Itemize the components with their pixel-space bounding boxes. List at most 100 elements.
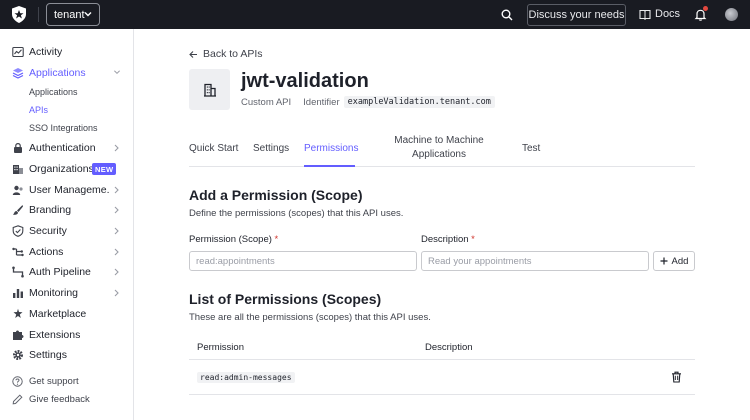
chevron-right-icon [114, 248, 119, 256]
sidebar-item-label: Authentication [29, 142, 96, 154]
sidebar-item-label: Settings [29, 349, 67, 361]
sidebar-item-auth-pipeline[interactable]: Auth Pipeline [0, 263, 134, 281]
search-icon[interactable] [501, 9, 513, 21]
docs-label: Docs [655, 8, 681, 20]
sidebar-item-authentication[interactable]: Authentication [0, 139, 134, 157]
sidebar-item-branding[interactable]: Branding [0, 201, 134, 219]
building-icon [203, 83, 216, 97]
chevron-right-icon [114, 144, 119, 152]
sidebar-item-security[interactable]: Security [0, 222, 134, 240]
tab-test[interactable]: Test [522, 142, 540, 156]
sidebar-item-monitoring[interactable]: Monitoring [0, 284, 134, 302]
docs-link[interactable]: Docs [639, 8, 680, 20]
table-row: read:admin-messages [189, 360, 695, 395]
tab-settings[interactable]: Settings [253, 142, 289, 156]
branding-brush-icon [13, 205, 23, 215]
sidebar-item-label: Actions [29, 246, 64, 258]
column-permission: Permission [197, 342, 244, 353]
add-label: Add [671, 255, 689, 267]
permission-scope-input[interactable] [189, 251, 417, 271]
actions-icon [12, 247, 24, 257]
organizations-icon [13, 165, 23, 174]
permission-label-text: Permission (Scope) [189, 234, 272, 245]
marketplace-icon [13, 308, 23, 318]
description-input[interactable] [421, 251, 649, 271]
permission-field-label: Permission (Scope) * [189, 234, 278, 245]
sidebar-item-applications[interactable]: Applications [0, 64, 134, 82]
page-title: jwt-validation [241, 70, 369, 92]
sidebar-item-label: Monitoring [29, 287, 79, 299]
sidebar-item-user-management[interactable]: User Manageme... [0, 181, 134, 199]
api-type: Custom API [241, 96, 292, 108]
applications-icon [12, 68, 24, 79]
add-permission-button[interactable]: Add [653, 251, 695, 271]
top-bar: tenant Discuss your needs Docs [0, 0, 750, 29]
sidebar-item-settings[interactable]: Settings [0, 346, 134, 364]
required-mark: * [274, 234, 279, 245]
new-badge: NEW [92, 163, 117, 175]
sidebar-item-label: Branding [29, 204, 72, 216]
plus-icon [660, 257, 668, 265]
chevron-right-icon [114, 227, 119, 235]
gear-icon [13, 350, 23, 360]
tab-machine-to-machine-applications[interactable]: Machine to Machine Applications [391, 134, 487, 162]
notification-dot [703, 6, 708, 11]
required-mark: * [471, 234, 475, 245]
authentication-icon [14, 143, 22, 153]
tenant-name: tenant [54, 8, 85, 21]
sidebar-item-label: Auth Pipeline [29, 266, 91, 278]
description-field-label: Description * [421, 234, 475, 245]
book-icon [639, 9, 651, 20]
pipeline-icon [12, 266, 24, 278]
extensions-puzzle-icon [13, 330, 24, 340]
column-description: Description [425, 342, 473, 353]
sidebar-item-activity[interactable]: Activity [0, 43, 134, 61]
discuss-needs-button[interactable]: Discuss your needs [527, 4, 626, 26]
active-tab-indicator [304, 165, 355, 167]
chevron-down-icon [114, 70, 120, 75]
sidebar-item-marketplace[interactable]: Marketplace [0, 305, 134, 323]
tab-permissions[interactable]: Permissions [304, 142, 358, 156]
chevron-right-icon [114, 206, 119, 214]
api-meta: Custom API Identifier exampleValidation.… [241, 96, 495, 108]
identifier-value[interactable]: exampleValidation.tenant.com [343, 96, 495, 108]
back-to-apis-link[interactable]: Back to APIs [189, 48, 263, 60]
topbar-divider [38, 7, 39, 22]
back-label: Back to APIs [203, 48, 263, 60]
auth0-logo-icon[interactable] [11, 6, 27, 23]
tab-quick-start[interactable]: Quick Start [189, 142, 238, 156]
monitoring-bar-chart-icon [13, 289, 23, 298]
tab-bar: Quick Start Settings Permissions Machine… [189, 130, 695, 167]
identifier-label: Identifier [303, 96, 340, 108]
sidebar-item-label: Organizations [29, 163, 94, 175]
give-feedback-label: Give feedback [29, 394, 90, 405]
api-icon [189, 69, 230, 110]
sidebar-subitem-applications[interactable]: Applications [29, 87, 78, 97]
user-avatar[interactable] [725, 8, 738, 21]
help-circle-icon [12, 376, 23, 387]
sidebar-item-label: User Manageme... [29, 184, 109, 196]
sidebar-item-label: Security [29, 225, 67, 237]
get-support-link[interactable]: Get support [0, 374, 134, 390]
sidebar-item-label: Extensions [29, 329, 81, 341]
sidebar-item-label: Marketplace [29, 308, 87, 320]
get-support-label: Get support [29, 376, 79, 387]
sidebar-item-actions[interactable]: Actions [0, 243, 134, 261]
give-feedback-link[interactable]: Give feedback [0, 392, 134, 408]
tenant-selector[interactable]: tenant [46, 3, 100, 26]
sidebar-subitem-sso-integrations[interactable]: SSO Integrations [29, 123, 98, 133]
description-label-text: Description [421, 234, 469, 245]
sidebar-item-label: Applications [29, 67, 86, 79]
sidebar-item-extensions[interactable]: Extensions [0, 326, 134, 344]
permission-value: read:admin-messages [197, 372, 295, 383]
shield-icon [12, 225, 24, 237]
sidebar-subitem-apis[interactable]: APIs [29, 105, 48, 115]
permissions-list-title: List of Permissions (Scopes) [189, 291, 382, 307]
sidebar-item-label: Activity [29, 46, 63, 58]
permissions-list-description: These are all the permissions (scopes) t… [189, 312, 431, 323]
sidebar-item-organizations[interactable]: Organizations NEW [0, 160, 134, 178]
add-permission-title: Add a Permission (Scope) [189, 187, 363, 203]
trash-icon[interactable] [671, 371, 682, 383]
sidebar: Activity Applications Applications APIs … [0, 29, 134, 420]
add-permission-description: Define the permissions (scopes) that thi… [189, 208, 404, 219]
